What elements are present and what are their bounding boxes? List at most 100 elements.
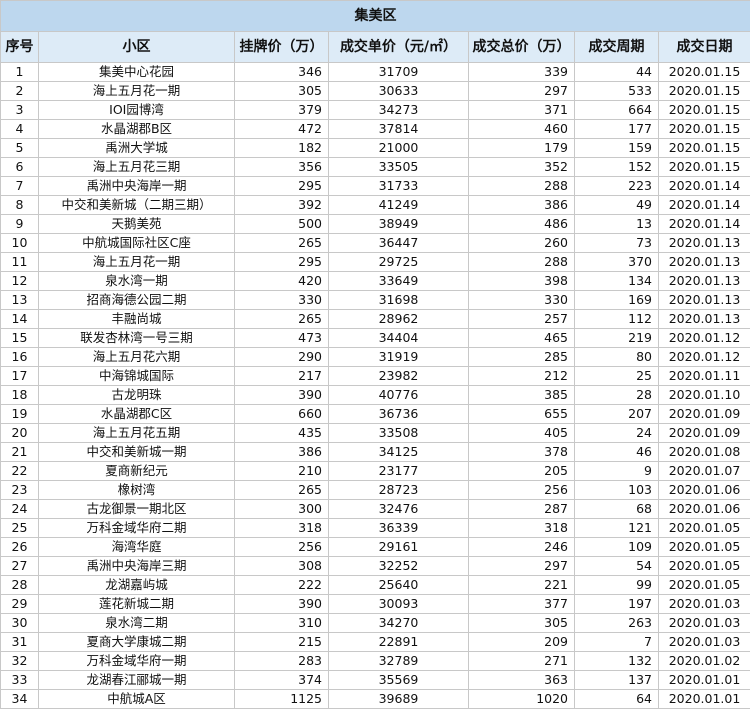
cell-cycle: 64 bbox=[574, 689, 659, 709]
cell-cycle: 49 bbox=[574, 195, 659, 215]
cell-cycle: 137 bbox=[574, 670, 659, 690]
table-row: 20 海上五月花五期 435 33508 405 24 2020.01.09 bbox=[0, 423, 750, 443]
table-row: 17 中海锦城国际 217 23982 212 25 2020.01.11 bbox=[0, 366, 750, 386]
cell-list-price: 265 bbox=[234, 233, 329, 253]
cell-date: 2020.01.05 bbox=[657, 537, 750, 557]
cell-cycle: 112 bbox=[574, 309, 659, 329]
cell-unit-price: 23177 bbox=[328, 461, 469, 481]
cell-date: 2020.01.07 bbox=[657, 461, 750, 481]
cell-list-price: 265 bbox=[234, 309, 329, 329]
cell-date: 2020.01.01 bbox=[657, 670, 750, 690]
cell-total-price: 305 bbox=[468, 613, 575, 633]
cell-community: 夏商大学康城二期 bbox=[38, 632, 235, 652]
cell-date: 2020.01.06 bbox=[657, 499, 750, 519]
cell-unit-price: 37814 bbox=[328, 119, 469, 139]
table-row: 7 禹洲中央海岸一期 295 31733 288 223 2020.01.14 bbox=[0, 176, 750, 196]
cell-index: 34 bbox=[0, 689, 39, 709]
cell-cycle: 370 bbox=[574, 252, 659, 272]
cell-index: 19 bbox=[0, 404, 39, 424]
cell-total-price: 385 bbox=[468, 385, 575, 405]
cell-cycle: 263 bbox=[574, 613, 659, 633]
header-date: 成交日期 bbox=[657, 31, 750, 63]
cell-cycle: 159 bbox=[574, 138, 659, 158]
cell-date: 2020.01.13 bbox=[657, 309, 750, 329]
cell-total-price: 318 bbox=[468, 518, 575, 538]
cell-total-price: 287 bbox=[468, 499, 575, 519]
cell-list-price: 420 bbox=[234, 271, 329, 291]
cell-unit-price: 23982 bbox=[328, 366, 469, 386]
cell-cycle: 13 bbox=[574, 214, 659, 234]
cell-community: 招商海德公园二期 bbox=[38, 290, 235, 310]
cell-index: 9 bbox=[0, 214, 39, 234]
cell-date: 2020.01.05 bbox=[657, 518, 750, 538]
cell-community: 泉水湾二期 bbox=[38, 613, 235, 633]
cell-unit-price: 39689 bbox=[328, 689, 469, 709]
cell-cycle: 121 bbox=[574, 518, 659, 538]
cell-date: 2020.01.14 bbox=[657, 214, 750, 234]
cell-date: 2020.01.09 bbox=[657, 423, 750, 443]
cell-date: 2020.01.15 bbox=[657, 81, 750, 101]
cell-list-price: 210 bbox=[234, 461, 329, 481]
cell-total-price: 330 bbox=[468, 290, 575, 310]
cell-total-price: 297 bbox=[468, 556, 575, 576]
cell-cycle: 132 bbox=[574, 651, 659, 671]
cell-unit-price: 31709 bbox=[328, 62, 469, 82]
cell-cycle: 80 bbox=[574, 347, 659, 367]
header-list-price: 挂牌价（万） bbox=[234, 31, 329, 63]
cell-list-price: 300 bbox=[234, 499, 329, 519]
cell-community: 禹洲中央海岸三期 bbox=[38, 556, 235, 576]
table-row: 21 中交和美新城一期 386 34125 378 46 2020.01.08 bbox=[0, 442, 750, 462]
cell-cycle: 169 bbox=[574, 290, 659, 310]
cell-total-price: 486 bbox=[468, 214, 575, 234]
cell-total-price: 460 bbox=[468, 119, 575, 139]
cell-total-price: 363 bbox=[468, 670, 575, 690]
cell-unit-price: 35569 bbox=[328, 670, 469, 690]
cell-total-price: 179 bbox=[468, 138, 575, 158]
cell-index: 23 bbox=[0, 480, 39, 500]
table-row: 25 万科金域华府二期 318 36339 318 121 2020.01.05 bbox=[0, 518, 750, 538]
cell-date: 2020.01.11 bbox=[657, 366, 750, 386]
cell-cycle: 73 bbox=[574, 233, 659, 253]
cell-date: 2020.01.12 bbox=[657, 347, 750, 367]
cell-unit-price: 33649 bbox=[328, 271, 469, 291]
cell-index: 10 bbox=[0, 233, 39, 253]
cell-cycle: 44 bbox=[574, 62, 659, 82]
cell-date: 2020.01.06 bbox=[657, 480, 750, 500]
cell-cycle: 197 bbox=[574, 594, 659, 614]
cell-cycle: 664 bbox=[574, 100, 659, 120]
cell-list-price: 217 bbox=[234, 366, 329, 386]
cell-unit-price: 22891 bbox=[328, 632, 469, 652]
table-row: 30 泉水湾二期 310 34270 305 263 2020.01.03 bbox=[0, 613, 750, 633]
cell-total-price: 256 bbox=[468, 480, 575, 500]
cell-total-price: 465 bbox=[468, 328, 575, 348]
cell-cycle: 103 bbox=[574, 480, 659, 500]
cell-date: 2020.01.15 bbox=[657, 157, 750, 177]
cell-total-price: 205 bbox=[468, 461, 575, 481]
cell-community: 古龙御景一期北区 bbox=[38, 499, 235, 519]
cell-cycle: 152 bbox=[574, 157, 659, 177]
cell-list-price: 386 bbox=[234, 442, 329, 462]
cell-list-price: 374 bbox=[234, 670, 329, 690]
cell-total-price: 398 bbox=[468, 271, 575, 291]
cell-cycle: 99 bbox=[574, 575, 659, 595]
cell-date: 2020.01.12 bbox=[657, 328, 750, 348]
cell-unit-price: 32789 bbox=[328, 651, 469, 671]
cell-date: 2020.01.15 bbox=[657, 119, 750, 139]
table-row: 22 夏商新纪元 210 23177 205 9 2020.01.07 bbox=[0, 461, 750, 481]
cell-community: 万科金域华府二期 bbox=[38, 518, 235, 538]
cell-list-price: 379 bbox=[234, 100, 329, 120]
header-unit-price: 成交单价（元/㎡） bbox=[328, 31, 469, 63]
cell-list-price: 435 bbox=[234, 423, 329, 443]
cell-community: 海上五月花一期 bbox=[38, 81, 235, 101]
cell-list-price: 318 bbox=[234, 518, 329, 538]
cell-cycle: 219 bbox=[574, 328, 659, 348]
cell-date: 2020.01.03 bbox=[657, 594, 750, 614]
cell-index: 8 bbox=[0, 195, 39, 215]
cell-index: 31 bbox=[0, 632, 39, 652]
cell-index: 20 bbox=[0, 423, 39, 443]
cell-unit-price: 34404 bbox=[328, 328, 469, 348]
cell-unit-price: 36736 bbox=[328, 404, 469, 424]
table-row: 5 禹洲大学城 182 21000 179 159 2020.01.15 bbox=[0, 138, 750, 158]
cell-date: 2020.01.03 bbox=[657, 632, 750, 652]
cell-community: 中海锦城国际 bbox=[38, 366, 235, 386]
